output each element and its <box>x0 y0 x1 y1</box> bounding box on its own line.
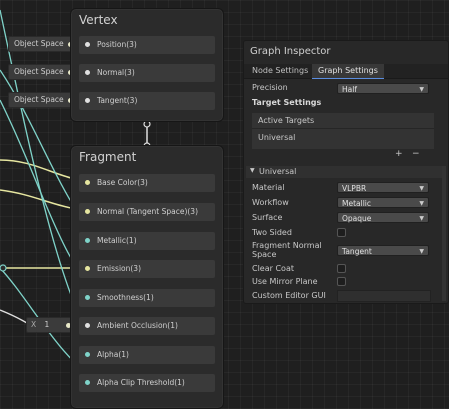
mirror-plane-checkbox[interactable] <box>337 277 346 286</box>
dropdown-arrow-icon: ▼ <box>419 248 424 255</box>
slot-label: Alpha(1) <box>97 350 129 359</box>
active-targets-list: Active Targets Universal <box>252 113 434 149</box>
vertex-node[interactable]: Vertex Position(3) Normal(3) Tangent(3) <box>70 8 224 122</box>
surface-value: Opaque <box>342 214 372 223</box>
slot-label: Ambient Occlusion(1) <box>97 321 178 330</box>
x-axis-label: X <box>31 320 37 329</box>
object-space-tag-2[interactable]: Object Space <box>8 64 79 80</box>
material-dropdown[interactable]: VLPBR ▼ <box>337 182 429 193</box>
slot-label: Position(3) <box>97 40 137 49</box>
workflow-dropdown[interactable]: Metallic ▼ <box>337 197 429 208</box>
clear-coat-label: Clear Coat <box>252 264 294 273</box>
active-target-item[interactable]: Universal <box>258 133 295 142</box>
custom-editor-gui-label: Custom Editor GUI <box>252 291 326 300</box>
fragment-slot-normal-ts[interactable]: Normal (Tangent Space)(3) <box>79 203 215 221</box>
slot-label: Normal (Tangent Space)(3) <box>97 207 198 216</box>
inspector-tabs: Node Settings Graph Settings <box>244 64 448 79</box>
active-targets-header: Active Targets <box>258 116 315 125</box>
inspector-title: Graph Inspector <box>250 46 331 57</box>
fragment-slot-ambient-occlusion[interactable]: Ambient Occlusion(1) <box>79 317 215 335</box>
input-port-icon[interactable] <box>85 70 90 75</box>
active-targets-divider <box>252 128 434 129</box>
fragment-slot-alpha[interactable]: Alpha(1) <box>79 346 215 364</box>
tab-graph-settings[interactable]: Graph Settings <box>312 64 384 79</box>
vertex-slot-tangent[interactable]: Tangent(3) <box>79 92 215 110</box>
object-space-tag-3[interactable]: Object Space <box>8 92 79 108</box>
input-port-icon[interactable] <box>85 352 90 357</box>
input-port-icon[interactable] <box>85 98 90 103</box>
slot-label: Metallic(1) <box>97 236 137 245</box>
remove-target-button[interactable]: − <box>412 149 420 159</box>
vertex-title: Vertex <box>79 13 118 27</box>
workflow-label: Workflow <box>252 198 289 207</box>
workflow-value: Metallic <box>342 199 371 208</box>
object-space-label: Object Space <box>14 67 64 76</box>
fragment-normal-value: Tangent <box>342 247 372 256</box>
slot-label: Tangent(3) <box>97 96 138 105</box>
custom-editor-gui-field[interactable] <box>337 290 431 302</box>
surface-label: Surface <box>252 213 283 222</box>
slot-label: Emission(3) <box>97 264 141 273</box>
fragment-slot-metallic[interactable]: Metallic(1) <box>79 232 215 250</box>
precision-value: Half <box>342 85 357 94</box>
slot-label: Normal(3) <box>97 68 135 77</box>
inspector-scrollbar[interactable] <box>442 166 446 301</box>
material-label: Material <box>252 183 285 192</box>
slot-label: Smoothness(1) <box>97 293 154 302</box>
object-space-tag-1[interactable]: Object Space <box>8 36 79 52</box>
foldout-arrow-icon: ▼ <box>250 167 255 174</box>
slot-label: Alpha Clip Threshold(1) <box>97 378 185 387</box>
fragment-normal-dropdown[interactable]: Tangent ▼ <box>337 245 429 256</box>
mirror-plane-label: Use Mirror Plane <box>252 277 318 286</box>
input-port-icon[interactable] <box>85 180 90 185</box>
fragment-slot-base-color[interactable]: Base Color(3) <box>79 174 215 192</box>
two-sided-label: Two Sided <box>252 228 292 237</box>
material-value: VLPBR <box>342 184 367 193</box>
input-port-icon[interactable] <box>85 238 90 243</box>
object-space-label: Object Space <box>14 95 64 104</box>
fragment-slot-alpha-clip[interactable]: Alpha Clip Threshold(1) <box>79 374 215 392</box>
fragment-normal-label: Fragment Normal <box>252 241 322 250</box>
input-port-icon[interactable] <box>85 380 90 385</box>
vertex-slot-position[interactable]: Position(3) <box>79 36 215 54</box>
dropdown-arrow-icon: ▼ <box>419 215 424 222</box>
object-space-label: Object Space <box>14 39 64 48</box>
surface-dropdown[interactable]: Opaque ▼ <box>337 212 429 223</box>
precision-dropdown[interactable]: Half ▼ <box>337 83 429 94</box>
add-target-button[interactable]: + <box>395 149 403 159</box>
two-sided-checkbox[interactable] <box>337 228 346 237</box>
x-value-input[interactable]: X 1 <box>26 317 76 333</box>
universal-foldout[interactable]: ▼ Universal <box>246 166 442 178</box>
fragment-slot-emission[interactable]: Emission(3) <box>79 260 215 278</box>
dropdown-arrow-icon: ▼ <box>419 86 424 93</box>
slot-label: Base Color(3) <box>97 178 148 187</box>
port-left-edge <box>0 264 7 272</box>
universal-header: Universal <box>259 167 297 176</box>
precision-label: Precision <box>252 83 288 92</box>
x-value[interactable]: 1 <box>45 320 50 329</box>
fragment-title: Fragment <box>79 150 137 164</box>
target-settings-heading: Target Settings <box>252 98 322 107</box>
input-port-icon[interactable] <box>85 266 90 271</box>
dropdown-arrow-icon: ▼ <box>419 185 424 192</box>
fragment-normal-label-2: Space <box>252 250 277 259</box>
dropdown-arrow-icon: ▼ <box>419 200 424 207</box>
fragment-slot-smoothness[interactable]: Smoothness(1) <box>79 289 215 307</box>
graph-inspector-panel[interactable]: Graph Inspector Node Settings Graph Sett… <box>243 40 449 304</box>
tab-node-settings[interactable]: Node Settings <box>246 64 314 78</box>
fragment-node[interactable]: Fragment Base Color(3) Normal (Tangent S… <box>70 145 224 409</box>
clear-coat-checkbox[interactable] <box>337 264 346 273</box>
input-port-icon[interactable] <box>85 209 90 214</box>
vertex-slot-normal[interactable]: Normal(3) <box>79 64 215 82</box>
input-port-icon[interactable] <box>85 42 90 47</box>
input-port-icon[interactable] <box>85 295 90 300</box>
input-port-icon[interactable] <box>85 323 90 328</box>
